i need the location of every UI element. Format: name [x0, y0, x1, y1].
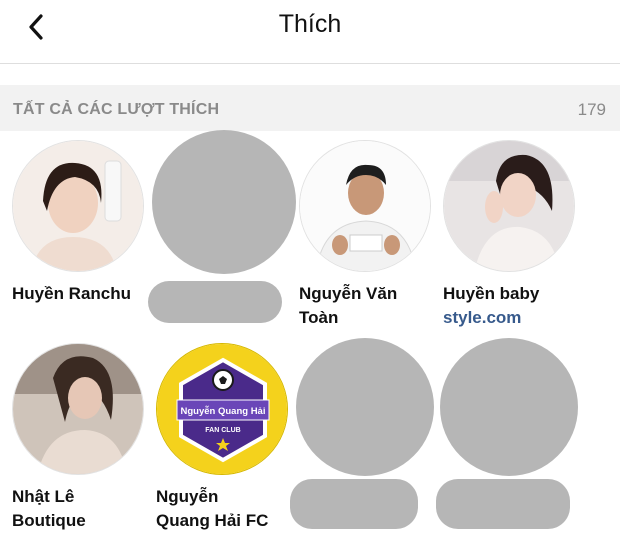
like-item[interactable]: Nguyễn Văn Toàn [299, 140, 439, 330]
redacted-avatar [440, 338, 578, 476]
redacted-name [436, 479, 570, 529]
section-title: TẤT CẢ CÁC LƯỢT THÍCH [13, 101, 220, 118]
redacted-avatar [296, 338, 434, 476]
page-title: Thích [278, 10, 342, 38]
avatar[interactable]: Nguyễn Quang Hải FAN CLUB [156, 343, 288, 475]
like-name[interactable]: Nguyễn Quang Hải FC [156, 485, 296, 533]
redacted-name [290, 479, 418, 529]
like-subtitle-link[interactable]: style.com [443, 306, 583, 330]
logo-subtitle: FAN CLUB [205, 427, 240, 434]
redacted-name [148, 281, 282, 323]
like-item[interactable]: Nhật Lê Boutique [12, 343, 152, 533]
top-bar: Thích [0, 0, 620, 62]
like-item[interactable]: Huyền baby style.com [443, 140, 583, 330]
like-item[interactable]: Nguyễn Quang Hải FAN CLUB Nguyễn Quang H… [156, 343, 296, 533]
likes-count: 179 [577, 100, 606, 119]
like-name[interactable]: Huyền Ranchu [12, 282, 152, 306]
section-header: TẤT CẢ CÁC LƯỢT THÍCH 179 [0, 85, 620, 131]
like-name[interactable]: Huyền baby [443, 282, 583, 306]
logo-title: Nguyễn Quang Hải [181, 406, 266, 417]
avatar[interactable] [443, 140, 575, 272]
avatar[interactable] [12, 343, 144, 475]
like-name[interactable]: Nhật Lê Boutique [12, 485, 152, 533]
redacted-avatar [152, 130, 296, 274]
avatar[interactable] [299, 140, 431, 272]
like-item[interactable]: Huyền Ranchu [12, 140, 152, 306]
avatar[interactable] [12, 140, 144, 272]
header-divider [0, 63, 620, 64]
like-name[interactable]: Nguyễn Văn Toàn [299, 282, 439, 330]
